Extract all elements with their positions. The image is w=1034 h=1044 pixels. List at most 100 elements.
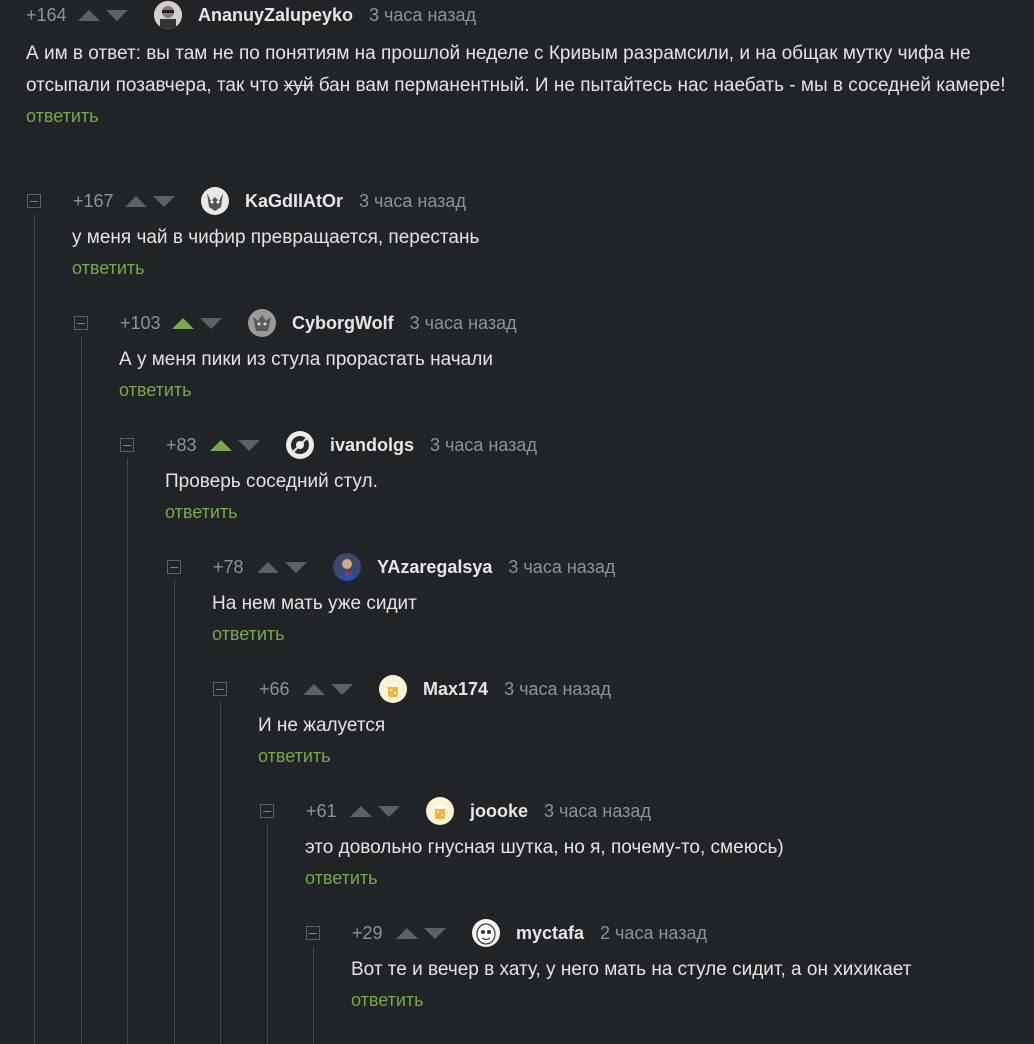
comment-meta: +164 AnanuyZalupeyko 3 часа назад [26, 0, 1016, 30]
avatar[interactable] [201, 187, 229, 215]
timestamp[interactable]: 3 часа назад [504, 679, 611, 700]
upvote-icon[interactable] [257, 561, 279, 573]
collapse-toggle-icon[interactable] [260, 804, 274, 818]
downvote-icon[interactable] [153, 195, 175, 207]
timestamp[interactable]: 2 часа назад [600, 923, 707, 944]
comment-meta: +61 joooke 3 часа назад [260, 796, 1030, 826]
collapse-toggle-icon[interactable] [74, 316, 88, 330]
comment: +83 ivandolgs 3 часа назад Проверь сосед… [120, 430, 1020, 523]
vote-controls [350, 805, 406, 817]
upvote-icon[interactable] [210, 439, 232, 451]
collapse-toggle-icon[interactable] [27, 194, 41, 208]
comment-rating: +29 [352, 922, 383, 943]
collapse-toggle-icon[interactable] [120, 438, 134, 452]
downvote-icon[interactable] [331, 683, 353, 695]
comment: +103 CyborgWolf 3 часа назад А у меня пи… [74, 308, 1014, 401]
avatar[interactable] [472, 919, 500, 947]
vote-controls [78, 9, 134, 21]
downvote-icon[interactable] [378, 805, 400, 817]
vote-controls [257, 561, 313, 573]
timestamp[interactable]: 3 часа назад [430, 435, 537, 456]
avatar[interactable] [379, 675, 407, 703]
username[interactable]: AnanuyZalupeyko [198, 5, 353, 26]
timestamp[interactable]: 3 часа назад [544, 801, 651, 822]
thread-line [34, 214, 35, 1044]
username[interactable]: Max174 [423, 679, 488, 700]
comment: +167 KaGdIlAtOr 3 часа назад у меня чай … [27, 186, 1007, 279]
thread-line [127, 458, 128, 1044]
vote-controls [210, 439, 266, 451]
vote-controls [172, 317, 228, 329]
downvote-icon[interactable] [285, 561, 307, 573]
comment-rating: +61 [306, 800, 337, 821]
comment: +78 YAzaregalsya 3 часа назад На нем мат… [167, 552, 1027, 645]
comment-text-part: бан вам перманентный. И не пытайтесь нас… [313, 75, 1006, 96]
reply-link[interactable]: ответить [72, 258, 145, 279]
downvote-icon[interactable] [200, 317, 222, 329]
reply-link[interactable]: ответить [26, 106, 99, 127]
upvote-icon[interactable] [172, 317, 194, 329]
vote-controls [303, 683, 359, 695]
struck-word: хуй [283, 75, 314, 96]
reply-link[interactable]: ответить [351, 990, 424, 1011]
upvote-icon[interactable] [303, 683, 325, 695]
comment-rating: +167 [73, 190, 114, 211]
username[interactable]: joooke [470, 801, 528, 822]
timestamp[interactable]: 3 часа назад [508, 557, 615, 578]
comment-text: А у меня пики из стула прорастать начали [119, 349, 493, 370]
downvote-icon[interactable] [106, 9, 128, 21]
vote-controls [125, 195, 181, 207]
comment-rating: +78 [213, 556, 244, 577]
comment-rating: +164 [26, 4, 67, 25]
reply-link[interactable]: ответить [258, 746, 331, 767]
username[interactable]: ivandolgs [330, 435, 414, 456]
upvote-icon[interactable] [125, 195, 147, 207]
collapse-toggle-icon[interactable] [306, 926, 320, 940]
reply-link[interactable]: ответить [165, 502, 238, 523]
comment-meta: +78 YAzaregalsya 3 часа назад [167, 552, 1027, 582]
avatar[interactable] [248, 309, 276, 337]
avatar[interactable] [286, 431, 314, 459]
avatar[interactable] [154, 1, 182, 29]
vote-controls [396, 927, 452, 939]
upvote-icon[interactable] [78, 9, 100, 21]
comment-text: у меня чай в чифир превращается, переста… [72, 227, 480, 248]
comment-text: Вот те и вечер в хату, у него мать на ст… [351, 959, 912, 980]
username[interactable]: CyborgWolf [292, 313, 394, 334]
reply-link[interactable]: ответить [305, 868, 378, 889]
comment-text: Проверь соседний стул. [165, 471, 378, 492]
reply-link[interactable]: ответить [119, 380, 192, 401]
comment-text: На нем мать уже сидит [212, 593, 417, 614]
downvote-icon[interactable] [238, 439, 260, 451]
comment-rating: +66 [259, 678, 290, 699]
avatar[interactable] [333, 553, 361, 581]
comment: +66 Max174 3 часа назад И не жалуется от… [213, 674, 1023, 767]
comment-meta: +167 KaGdIlAtOr 3 часа назад [27, 186, 1007, 216]
avatar[interactable] [426, 797, 454, 825]
comment-rating: +103 [120, 312, 161, 333]
collapse-toggle-icon[interactable] [213, 682, 227, 696]
comment-meta: +29 myctafa 2 часа назад [306, 918, 1026, 948]
collapse-toggle-icon[interactable] [167, 560, 181, 574]
thread-line [174, 580, 175, 1044]
downvote-icon[interactable] [424, 927, 446, 939]
comment-meta: +66 Max174 3 часа назад [213, 674, 1023, 704]
username[interactable]: YAzaregalsya [377, 557, 492, 578]
timestamp[interactable]: 3 часа назад [359, 191, 466, 212]
thread-line [81, 336, 82, 1044]
comment: +61 joooke 3 часа назад это довольно гну… [260, 796, 1030, 889]
comment-text: это довольно гнусная шутка, но я, почему… [305, 837, 784, 858]
timestamp[interactable]: 3 часа назад [410, 313, 517, 334]
comment-rating: +83 [166, 434, 197, 455]
reply-link[interactable]: ответить [212, 624, 285, 645]
comment-meta: +83 ivandolgs 3 часа назад [120, 430, 1020, 460]
comment: +29 myctafa 2 часа назад Вот те и вечер … [306, 918, 1026, 1011]
username[interactable]: KaGdIlAtOr [245, 191, 343, 212]
comment: +164 AnanuyZalupeyko 3 часа назад А им в… [26, 0, 1016, 127]
comment-text: И не жалуется [258, 715, 386, 736]
upvote-icon[interactable] [396, 927, 418, 939]
comment-text: А им в ответ: вы там не по понятиям на п… [26, 38, 1016, 102]
upvote-icon[interactable] [350, 805, 372, 817]
username[interactable]: myctafa [516, 923, 584, 944]
timestamp[interactable]: 3 часа назад [369, 5, 476, 26]
